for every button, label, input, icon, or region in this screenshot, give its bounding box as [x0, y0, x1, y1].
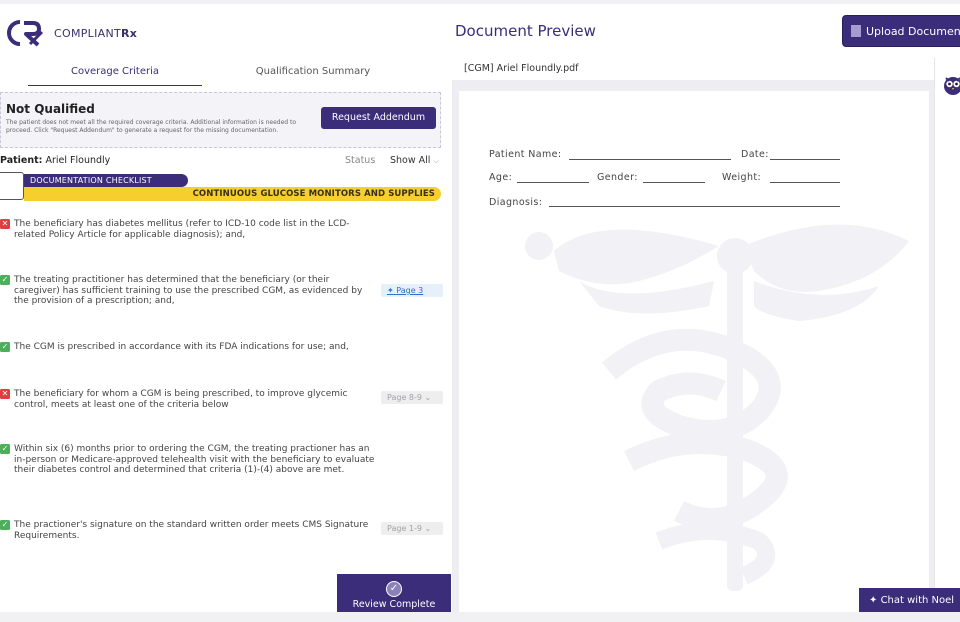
- criterion-text: The treating practitioner has determined…: [14, 275, 363, 306]
- diagnosis-label: Diagnosis:: [489, 197, 543, 208]
- criterion-text: The practioner's signature on the standa…: [14, 520, 369, 541]
- fail-x-icon: ✕: [0, 219, 10, 229]
- chevron-down-icon: ⌄: [424, 524, 432, 533]
- page-reference-link[interactable]: ✦ Page 3: [381, 284, 443, 297]
- select-all-checkbox[interactable]: [0, 172, 24, 200]
- gender-line: [643, 182, 705, 183]
- diagnosis-line: [549, 206, 840, 207]
- criteria-panel: COMPLIANTRx Coverage Criteria Qualificat…: [0, 4, 452, 612]
- qualification-status-box: Not Qualified The patient does not meet …: [0, 92, 441, 148]
- page-reference-dropdown[interactable]: Page 8-9 ⌄: [381, 391, 443, 404]
- criterion-item: ✕ The beneficiary has diabetes mellitus …: [0, 219, 441, 243]
- criterion-item: ✓ Within six (6) months prior to orderin…: [0, 444, 441, 488]
- weight-label: Weight:: [722, 172, 762, 183]
- pass-check-icon: ✓: [0, 275, 10, 285]
- review-complete-button[interactable]: ✓ Review Complete: [337, 574, 451, 612]
- tab-qualification-summary[interactable]: Qualification Summary: [226, 66, 400, 86]
- pass-check-icon: ✓: [0, 520, 10, 530]
- brand-logo[interactable]: COMPLIANTRx: [4, 18, 137, 48]
- criterion-item: ✓ The practioner's signature on the stan…: [0, 520, 443, 544]
- check-circle-icon: ✓: [386, 580, 402, 597]
- criterion-text: Within six (6) months prior to ordering …: [14, 444, 375, 475]
- criterion-item: ✓ The treating practitioner has determin…: [0, 275, 443, 309]
- compliantrx-logo-icon: [7, 20, 44, 47]
- status-filter-dropdown[interactable]: Show All ⌵: [390, 155, 439, 166]
- patient-name-line: [569, 159, 731, 160]
- criterion-text: The CGM is prescribed in accordance with…: [14, 342, 349, 352]
- caduceus-watermark-icon: [525, 224, 909, 591]
- date-line: [770, 159, 840, 160]
- criterion-text: The beneficiary for whom a CGM is being …: [14, 389, 348, 410]
- patient-name-label: Patient Name:: [489, 149, 562, 160]
- status-description: The patient does not meet all the requir…: [6, 119, 297, 134]
- upload-document-button[interactable]: Upload Document: [842, 15, 960, 47]
- date-label: Date:: [741, 149, 769, 160]
- age-label: Age:: [489, 172, 513, 183]
- status-filter-label: Status: [345, 155, 376, 166]
- sparkle-icon: ✦: [387, 286, 394, 295]
- patient-label: Patient: Ariel Floundly: [0, 155, 111, 166]
- documentation-checklist-banner: DOCUMENTATION CHECKLIST: [24, 174, 188, 187]
- tab-coverage-criteria[interactable]: Coverage Criteria: [28, 66, 202, 86]
- pass-check-icon: ✓: [0, 444, 10, 454]
- criterion-text: The beneficiary has diabetes mellitus (r…: [14, 219, 350, 240]
- status-title: Not Qualified: [6, 102, 95, 116]
- category-banner: CONTINUOUS GLUCOSE MONITORS AND SUPPLIES: [24, 187, 441, 201]
- pass-check-icon: ✓: [0, 342, 10, 352]
- request-addendum-button[interactable]: Request Addendum: [321, 107, 436, 129]
- brand-name: COMPLIANTRx: [54, 26, 138, 40]
- app-frame: COMPLIANTRx Coverage Criteria Qualificat…: [0, 4, 960, 612]
- patient-row: Patient: Ariel Floundly Status Show All …: [0, 155, 441, 169]
- assistant-side-strip: [934, 58, 960, 612]
- tab-bar: Coverage Criteria Qualification Summary: [0, 66, 452, 86]
- document-preview-title: Document Preview: [455, 22, 596, 40]
- document-icon: [851, 25, 861, 37]
- owl-assistant-icon[interactable]: [943, 73, 960, 99]
- document-filename: [CGM] Ariel Floundly.pdf: [452, 58, 934, 80]
- page-reference-dropdown[interactable]: Page 1-9 ⌄: [381, 522, 443, 535]
- chevron-down-icon: ⌵: [433, 157, 439, 165]
- criterion-item: ✓ The CGM is prescribed in accordance wi…: [0, 342, 441, 354]
- chat-with-noel-button[interactable]: ✦ Chat with Noel: [859, 588, 960, 612]
- patient-name: Ariel Floundly: [45, 155, 111, 166]
- fail-x-icon: ✕: [0, 389, 10, 399]
- criterion-item: ✕ The beneficiary for whom a CGM is bein…: [0, 389, 443, 413]
- document-page[interactable]: Patient Name: Date: Age: Gender: Weight:…: [459, 91, 929, 612]
- gender-label: Gender:: [597, 172, 638, 183]
- sparkle-icon: ✦: [869, 595, 878, 606]
- chevron-down-icon: ⌄: [424, 393, 432, 402]
- age-line: [517, 182, 589, 183]
- weight-line: [770, 182, 840, 183]
